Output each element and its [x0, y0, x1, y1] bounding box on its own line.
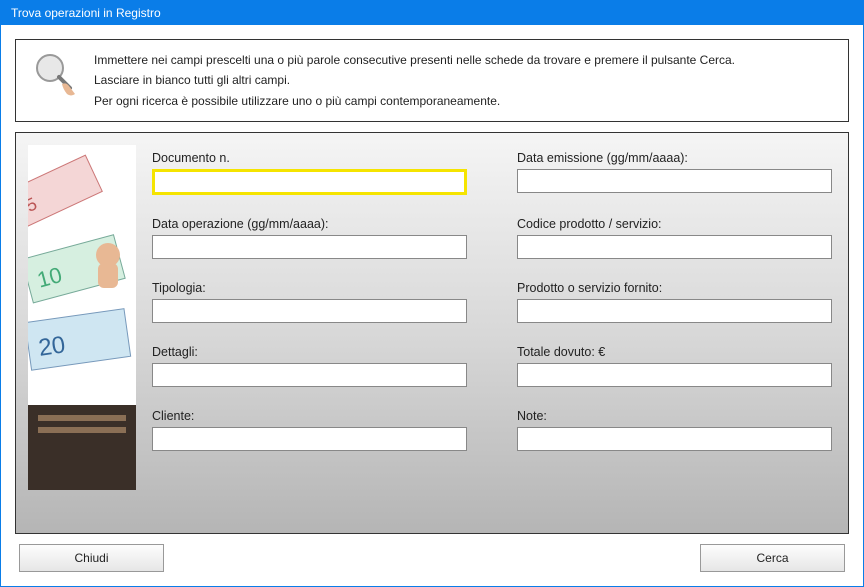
field-documento-n: Documento n. — [152, 151, 467, 195]
input-cliente[interactable] — [152, 427, 467, 451]
input-data-operazione[interactable] — [152, 235, 467, 259]
label-prodotto-servizio: Prodotto o servizio fornito: — [517, 281, 832, 295]
input-note[interactable] — [517, 427, 832, 451]
field-prodotto-servizio: Prodotto o servizio fornito: — [517, 281, 832, 323]
svg-text:20: 20 — [37, 332, 67, 362]
field-data-operazione: Data operazione (gg/mm/aaaa): — [152, 217, 467, 259]
field-data-emissione: Data emissione (gg/mm/aaaa): — [517, 151, 832, 195]
search-button[interactable]: Cerca — [700, 544, 845, 572]
label-data-emissione: Data emissione (gg/mm/aaaa): — [517, 151, 832, 165]
label-documento-n: Documento n. — [152, 151, 467, 165]
button-row: Chiudi Cerca — [15, 544, 849, 572]
field-note: Note: — [517, 409, 832, 451]
form-area: 5 10 20 — [15, 132, 849, 534]
field-cliente: Cliente: — [152, 409, 467, 451]
info-line-1: Immettere nei campi prescelti una o più … — [94, 50, 735, 70]
form-grid: Documento n. Data emissione (gg/mm/aaaa)… — [152, 145, 832, 521]
label-totale-dovuto: Totale dovuto: € — [517, 345, 832, 359]
field-tipologia: Tipologia: — [152, 281, 467, 323]
label-tipologia: Tipologia: — [152, 281, 467, 295]
field-totale-dovuto: Totale dovuto: € — [517, 345, 832, 387]
info-text: Immettere nei campi prescelti una o più … — [94, 50, 735, 111]
input-documento-n[interactable] — [152, 169, 467, 195]
input-codice-prodotto[interactable] — [517, 235, 832, 259]
input-dettagli[interactable] — [152, 363, 467, 387]
label-note: Note: — [517, 409, 832, 423]
field-codice-prodotto: Codice prodotto / servizio: — [517, 217, 832, 259]
titlebar: Trova operazioni in Registro — [1, 1, 863, 25]
label-codice-prodotto: Codice prodotto / servizio: — [517, 217, 832, 231]
input-prodotto-servizio[interactable] — [517, 299, 832, 323]
label-dettagli: Dettagli: — [152, 345, 467, 359]
label-cliente: Cliente: — [152, 409, 467, 423]
close-button[interactable]: Chiudi — [19, 544, 164, 572]
info-box: Immettere nei campi prescelti una o più … — [15, 39, 849, 122]
input-tipologia[interactable] — [152, 299, 467, 323]
field-dettagli: Dettagli: — [152, 345, 467, 387]
magnifier-icon — [30, 50, 80, 100]
input-data-emissione[interactable] — [517, 169, 832, 193]
window-title: Trova operazioni in Registro — [11, 6, 161, 20]
content-area: Immettere nei campi prescelti una o più … — [1, 25, 863, 586]
info-line-2: Lasciare in bianco tutti gli altri campi… — [94, 70, 735, 90]
side-image: 5 10 20 — [28, 145, 136, 490]
label-data-operazione: Data operazione (gg/mm/aaaa): — [152, 217, 467, 231]
info-line-3: Per ogni ricerca è possibile utilizzare … — [94, 91, 735, 111]
input-totale-dovuto[interactable] — [517, 363, 832, 387]
search-window: Trova operazioni in Registro Immettere n… — [0, 0, 864, 587]
